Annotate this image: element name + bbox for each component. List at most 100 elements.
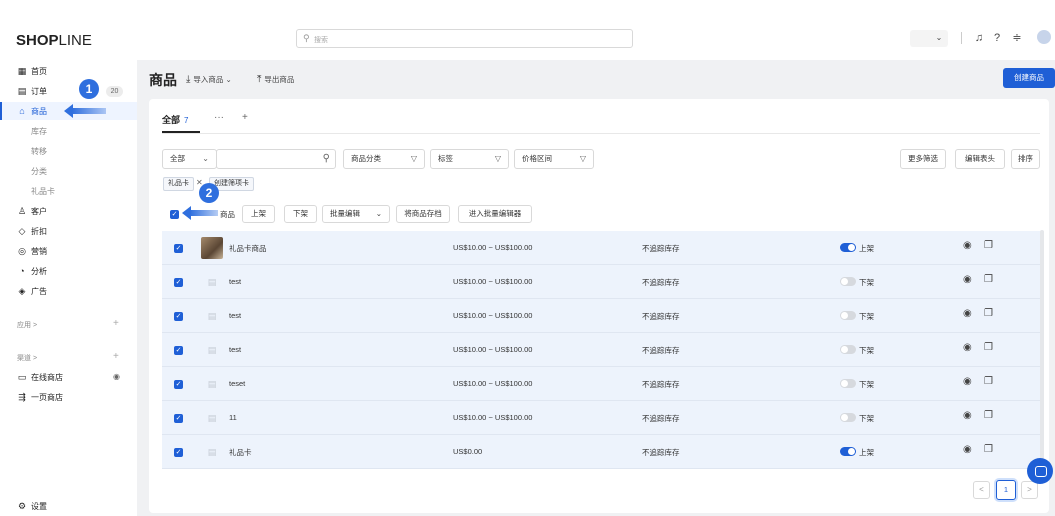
sidebar-item-11[interactable]: ◈ 广告 <box>0 282 137 300</box>
table-row[interactable]: ✓ 礼品卡商品 US$10.00 ~ US$100.00 不追踪库存 上架 ◉ ❐ <box>162 231 1040 265</box>
copy-icon[interactable]: ❐ <box>984 444 993 455</box>
eye-icon[interactable]: ◉ <box>963 444 972 455</box>
product-search-input[interactable]: ⚲ <box>216 149 336 169</box>
product-name[interactable]: test <box>229 311 241 320</box>
copy-icon[interactable]: ❐ <box>984 410 993 421</box>
product-price: US$10.00 ~ US$100.00 <box>453 311 533 320</box>
publish-toggle[interactable] <box>840 243 856 252</box>
prev-page-button[interactable]: < <box>973 481 990 499</box>
row-checkbox[interactable]: ✓ <box>174 244 183 253</box>
scope-select[interactable]: 全部 ⌄ <box>162 149 217 169</box>
table-row[interactable]: ✓ ▤ 礼品卡 US$0.00 不追踪库存 上架 ◉ ❐ <box>162 435 1040 469</box>
category-filter-label: 商品分类 <box>351 154 381 163</box>
shopline-logo[interactable]: SHOPLINE <box>16 32 92 49</box>
row-checkbox[interactable]: ✓ <box>174 278 183 287</box>
select-all-checkbox[interactable]: ✓ <box>170 210 179 219</box>
publish-toggle[interactable] <box>840 379 856 388</box>
sidebar-item-3[interactable]: 库存 <box>0 122 137 140</box>
eye-icon[interactable]: ◉ <box>963 342 972 353</box>
next-page-button[interactable]: > <box>1021 481 1038 499</box>
global-search-input[interactable]: ⚲ 搜索 <box>296 29 633 48</box>
sidebar-item-one-page-store[interactable]: ⇶ 一页商店 <box>0 388 137 406</box>
publish-toggle[interactable] <box>840 277 856 286</box>
create-product-button[interactable]: 创建商品 <box>1003 68 1055 88</box>
tag-filter[interactable]: 标签 ▽ <box>430 149 509 169</box>
eye-icon[interactable]: ◉ <box>113 372 120 381</box>
product-name[interactable]: teset <box>229 379 245 388</box>
row-checkbox[interactable]: ✓ <box>174 312 183 321</box>
sidebar-item-settings[interactable]: ⚙ 设置 <box>0 497 137 515</box>
row-checkbox[interactable]: ✓ <box>174 380 183 389</box>
sidebar-item-8[interactable]: ◇ 折扣 <box>0 222 137 240</box>
chevron-down-icon[interactable]: ⌄ <box>932 31 946 45</box>
table-scrollbar[interactable] <box>1040 230 1044 470</box>
channels-group-header[interactable]: 渠道 > <box>17 353 37 363</box>
eye-icon[interactable]: ◉ <box>963 308 972 319</box>
product-price: US$10.00 ~ US$100.00 <box>453 345 533 354</box>
product-stock: 不追踪库存 <box>642 278 680 287</box>
sort-button[interactable]: 排序 <box>1011 149 1040 169</box>
bulk-editor-button[interactable]: 进入批量编辑器 <box>458 205 532 223</box>
sidebar-item-9[interactable]: ◎ 营销 <box>0 242 137 260</box>
help-icon[interactable]: ? <box>990 31 1004 45</box>
product-name[interactable]: 11 <box>229 413 237 422</box>
batch-edit-dropdown[interactable]: 批量编辑 ⌄ <box>322 205 390 223</box>
copy-icon[interactable]: ❐ <box>984 342 993 353</box>
copy-icon[interactable]: ❐ <box>984 240 993 251</box>
product-price: US$0.00 <box>453 447 483 456</box>
bell-icon[interactable]: ♫ <box>972 31 986 45</box>
sidebar-item-4[interactable]: 转移 <box>0 142 137 160</box>
add-app-icon[interactable]: + <box>113 318 119 329</box>
sidebar-item-0[interactable]: ▦ 首页 <box>0 62 137 80</box>
tab-all-count: 7 <box>184 116 189 125</box>
active-filter-chip[interactable]: 礼品卡 <box>163 177 194 191</box>
language-icon[interactable]: ≑ <box>1010 31 1024 45</box>
copy-icon[interactable]: ❐ <box>984 274 993 285</box>
eye-icon[interactable]: ◉ <box>963 410 972 421</box>
eye-icon[interactable]: ◉ <box>963 240 972 251</box>
edit-columns-button[interactable]: 编辑表头 <box>955 149 1005 169</box>
unpublish-button[interactable]: 下架 <box>284 205 317 223</box>
add-tab-icon[interactable]: + <box>242 112 248 123</box>
row-checkbox[interactable]: ✓ <box>174 448 183 457</box>
sidebar-item-5[interactable]: 分类 <box>0 162 137 180</box>
sidebar-item-7[interactable]: ♙ 客户 <box>0 202 137 220</box>
row-checkbox[interactable]: ✓ <box>174 346 183 355</box>
publish-toggle[interactable] <box>840 413 856 422</box>
price-range-filter[interactable]: 价格区间 ▽ <box>514 149 594 169</box>
table-row[interactable]: ✓ ▤ teset US$10.00 ~ US$100.00 不追踪库存 下架 ◉ ❐ <box>162 367 1040 401</box>
publish-button[interactable]: 上架 <box>242 205 275 223</box>
eye-icon[interactable]: ◉ <box>963 376 972 387</box>
archive-products-button[interactable]: 将商品存档 <box>396 205 450 223</box>
row-checkbox[interactable]: ✓ <box>174 414 183 423</box>
sidebar-item-1[interactable]: ▤ 订单 20 <box>0 82 137 100</box>
table-row[interactable]: ✓ ▤ test US$10.00 ~ US$100.00 不追踪库存 下架 ◉ ❐ <box>162 265 1040 299</box>
product-name[interactable]: 礼品卡商品 <box>229 243 267 254</box>
table-row[interactable]: ✓ ▤ test US$10.00 ~ US$100.00 不追踪库存 下架 ◉ ❐ <box>162 299 1040 333</box>
sidebar-item-10[interactable]: ◔ 分析 <box>0 262 137 280</box>
publish-toggle[interactable] <box>840 345 856 354</box>
export-label: 导出商品 <box>264 75 295 84</box>
publish-toggle[interactable] <box>840 311 856 320</box>
eye-icon[interactable]: ◉ <box>963 274 972 285</box>
add-channel-icon[interactable]: + <box>113 351 119 362</box>
copy-icon[interactable]: ❐ <box>984 308 993 319</box>
publish-toggle[interactable] <box>840 447 856 456</box>
avatar[interactable] <box>1037 30 1051 44</box>
export-products-link[interactable]: ⤒ 导出商品 <box>257 74 294 85</box>
copy-icon[interactable]: ❐ <box>984 376 993 387</box>
chat-support-icon[interactable] <box>1027 458 1053 484</box>
product-name[interactable]: test <box>229 277 241 286</box>
category-filter[interactable]: 商品分类 ▽ <box>343 149 425 169</box>
import-products-link[interactable]: ⤓ 导入商品 ⌄ <box>186 74 232 85</box>
apps-group-header[interactable]: 应用 > <box>17 320 37 330</box>
table-row[interactable]: ✓ ▤ test US$10.00 ~ US$100.00 不追踪库存 下架 ◉ ❐ <box>162 333 1040 367</box>
product-name[interactable]: test <box>229 345 241 354</box>
tab-all[interactable]: 全部 7 <box>162 113 188 126</box>
table-row[interactable]: ✓ ▤ 11 US$10.00 ~ US$100.00 不追踪库存 下架 ◉ ❐ <box>162 401 1040 435</box>
more-tabs-icon[interactable]: ··· <box>214 112 224 123</box>
page-number-button[interactable]: 1 <box>996 480 1016 500</box>
product-name[interactable]: 礼品卡 <box>229 447 252 458</box>
more-filters-button[interactable]: 更多筛选 <box>900 149 946 169</box>
sidebar-item-6[interactable]: 礼品卡 <box>0 182 137 200</box>
